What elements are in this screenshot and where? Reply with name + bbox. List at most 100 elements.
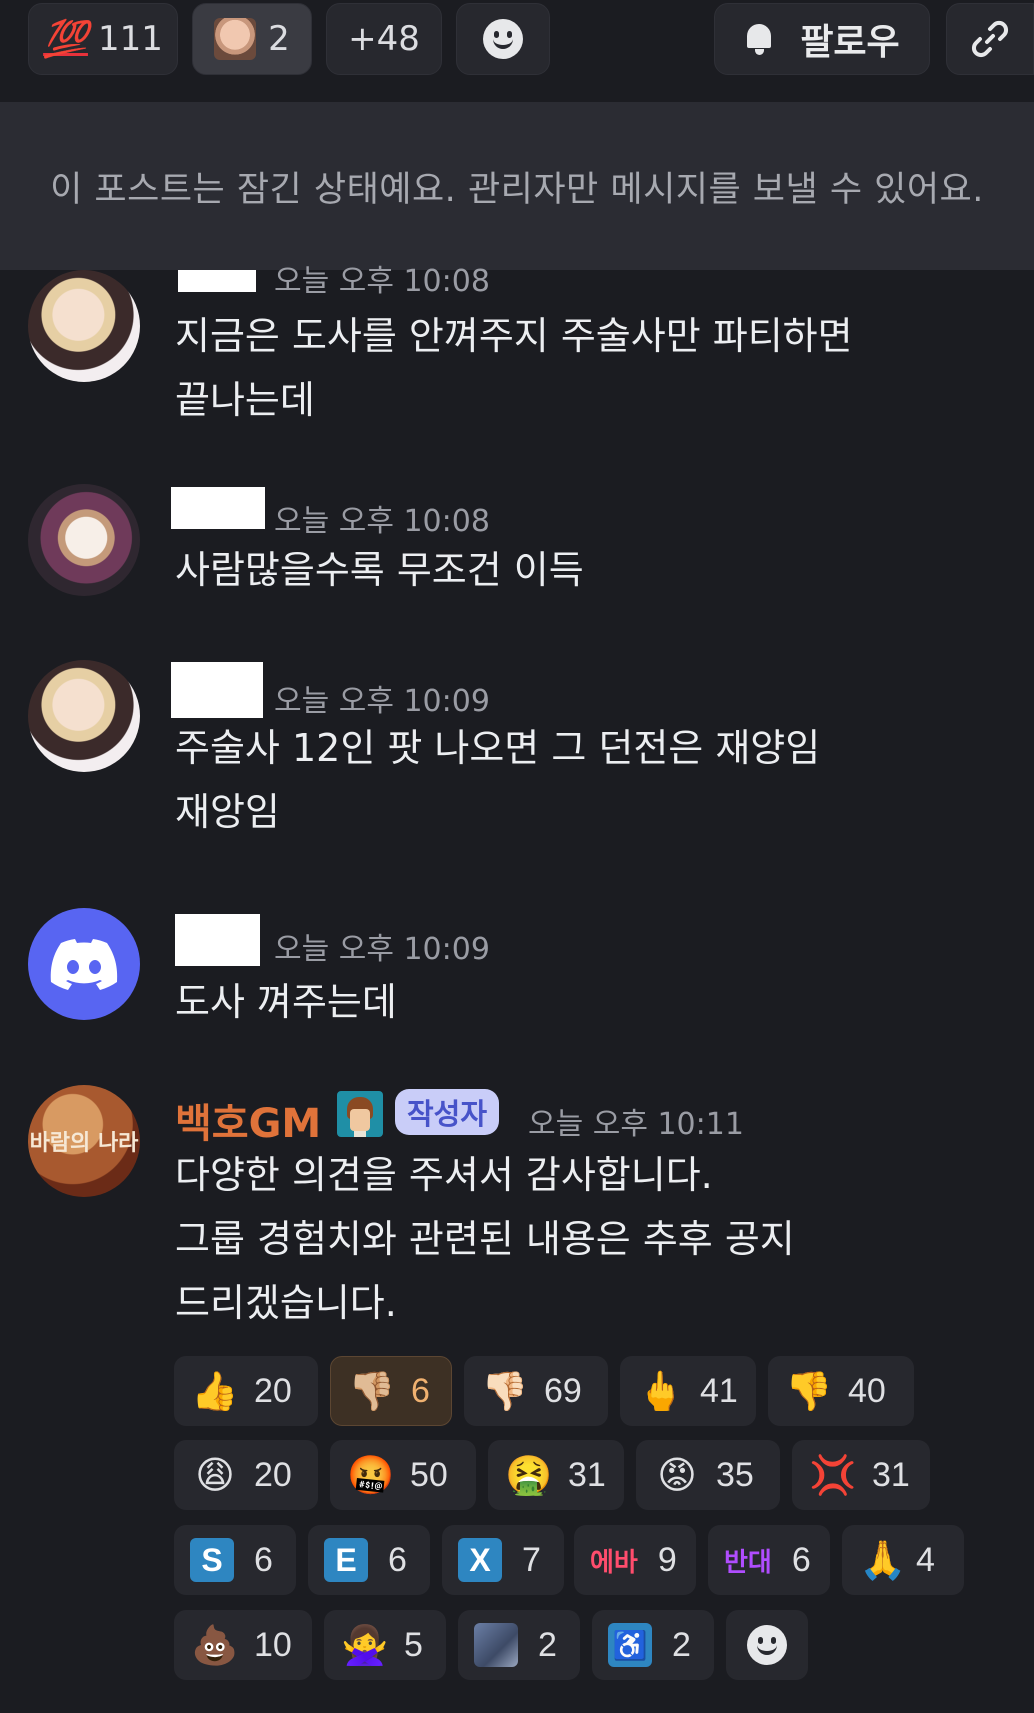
message: 오늘 오후 10:09 주술사 12인 팟 나오면 그 던전은 재양임 재앙임 (0, 660, 1034, 860)
avatar[interactable] (28, 270, 140, 382)
reaction-thumbs-up[interactable]: 👍 20 (174, 1356, 318, 1426)
reaction-count: 4 (916, 1540, 935, 1579)
timestamp: 오늘 오후 10:08 (274, 264, 490, 299)
reaction-count: 6 (254, 1540, 273, 1579)
wheelchair-icon: ♿ (608, 1623, 652, 1667)
top-reaction-100[interactable]: 💯 111 (28, 3, 178, 75)
message-line: 지금은 도사를 안껴주지 주술사만 파티하면 (175, 314, 853, 358)
author-name[interactable]: 백호GM (175, 1091, 321, 1149)
copy-link-button[interactable] (946, 3, 1034, 75)
more-reactions-button[interactable]: +48 (326, 3, 442, 75)
angry-face-icon: 😡 (657, 1453, 697, 1497)
add-reaction-button[interactable] (456, 3, 550, 75)
anger-symbol-icon: 💢 (809, 1452, 857, 1497)
avatar[interactable] (28, 908, 140, 1020)
locked-notice-text: 이 포스트는 잠긴 상태예요. 관리자만 메시지를 보낼 수 있어요. (50, 169, 984, 210)
letter-e-icon: E (324, 1538, 368, 1582)
reaction-letter-e[interactable]: E6 (308, 1525, 430, 1595)
add-reaction-button[interactable] (726, 1610, 808, 1680)
message-text: 지금은 도사를 안껴주지 주술사만 파티하면 끝나는데 (175, 304, 853, 432)
reaction-wheelchair[interactable]: ♿ 2 (592, 1610, 714, 1680)
reaction-bandae-text[interactable]: 반대 6 (708, 1525, 830, 1595)
follow-button[interactable]: 팔로우 (714, 3, 930, 75)
message-line: 재앙임 (175, 790, 280, 834)
discord-logo-icon (50, 939, 118, 990)
message-text: 주술사 12인 팟 나오면 그 던전은 재양임 재앙임 (175, 716, 820, 844)
redacted-username (175, 914, 260, 966)
message-text: 다양한 의견을 주셔서 감사합니다. 그룹 경험치와 관련된 내용은 추후 공지… (175, 1143, 795, 1335)
message-line: 다양한 의견을 주셔서 감사합니다. (175, 1153, 713, 1197)
redacted-username (178, 270, 256, 292)
avatar[interactable]: 바람의 나라 (28, 1085, 140, 1197)
reaction-letter-s[interactable]: S6 (174, 1525, 296, 1595)
message-text: 사람많을수록 무조건 이득 (175, 538, 584, 602)
avatar[interactable] (28, 484, 140, 596)
message-line: 드리겠습니다. (175, 1281, 397, 1325)
avatar-logo-text: 바람의 나라 (29, 1131, 139, 1156)
vomiting-face-icon: 🤮 (505, 1452, 553, 1497)
message: 오늘 오후 10:08 사람많을수록 무조건 이득 (0, 480, 1034, 610)
message-line: 도사 껴주는데 (175, 980, 397, 1024)
reaction-count: 7 (522, 1540, 541, 1579)
folded-hands-icon: 🙏 (859, 1537, 907, 1582)
message-line: 주술사 12인 팟 나오면 그 던전은 재양임 (175, 726, 821, 770)
reaction-eva-text[interactable]: 에바 9 (574, 1525, 696, 1595)
reaction-count: 6 (791, 1540, 811, 1579)
message-line: 끝나는데 (175, 378, 315, 422)
reaction-count: 2 (538, 1625, 557, 1664)
letter-x-icon: X (458, 1538, 502, 1582)
reaction-count: 69 (544, 1371, 582, 1410)
letter-s-icon: S (190, 1538, 234, 1582)
cursing-face-icon: 🤬 (347, 1452, 395, 1497)
custom-image-icon (474, 1623, 518, 1667)
message-line: 사람많을수록 무조건 이득 (175, 548, 584, 592)
reaction-thumbs-down[interactable]: 👎 40 (768, 1356, 914, 1426)
redacted-username (171, 662, 263, 718)
top-reaction-face[interactable]: 2 (192, 3, 312, 75)
message-text: 도사 껴주는데 (175, 970, 397, 1034)
reaction-count: 2 (672, 1625, 691, 1664)
smile-icon (747, 1625, 787, 1665)
reaction-count: 5 (404, 1625, 423, 1664)
reaction-middle-finger[interactable]: 🖕 41 (620, 1356, 756, 1426)
redacted-username (171, 487, 265, 529)
avatar[interactable] (28, 660, 140, 772)
reaction-angry-face[interactable]: 😡 35 (636, 1440, 780, 1510)
timestamp: 오늘 오후 10:08 (274, 504, 490, 539)
reaction-thumbs-down-medium[interactable]: 👎🏼 6 (330, 1356, 452, 1426)
reaction-count: 50 (410, 1455, 448, 1494)
reaction-vomiting-face[interactable]: 🤮 31 (488, 1440, 624, 1510)
reaction-letter-x[interactable]: X7 (442, 1525, 564, 1595)
reaction-count: 31 (568, 1455, 606, 1494)
reaction-count: 9 (657, 1540, 677, 1579)
reaction-count: 31 (872, 1455, 910, 1494)
reaction-folded-hands[interactable]: 🙏 4 (842, 1525, 964, 1595)
reaction-count: 41 (700, 1371, 738, 1410)
bandae-text-icon: 반대 (724, 1547, 772, 1578)
reaction-count: 6 (411, 1371, 430, 1410)
reaction-count: 6 (388, 1540, 407, 1579)
face-photo-icon (214, 18, 257, 60)
reaction-cursing-face[interactable]: 🤬 50 (330, 1440, 476, 1510)
reaction-thumbs-down-light[interactable]: 👎🏻 69 (464, 1356, 608, 1426)
locked-post-notice: 이 포스트는 잠긴 상태예요. 관리자만 메시지를 보낼 수 있어요. (0, 102, 1034, 270)
reaction-gesturing-no[interactable]: 🙅‍♀️ 5 (324, 1610, 446, 1680)
reaction-pile-of-poo[interactable]: 💩 10 (174, 1610, 312, 1680)
reaction-count: 20 (254, 1455, 292, 1494)
thumbs-up-icon: 👍 (191, 1368, 239, 1413)
reaction-count: 20 (254, 1371, 292, 1410)
reaction-custom-image[interactable]: 2 (458, 1610, 580, 1680)
bell-icon (744, 22, 774, 56)
reaction-anger-symbol[interactable]: 💢 31 (792, 1440, 930, 1510)
reaction-count: 35 (716, 1455, 754, 1494)
post-toolbar: 💯 111 2 +48 팔로우 (0, 0, 1034, 102)
thumbs-down-icon: 👎🏼 (348, 1368, 396, 1413)
more-reactions-count: +48 (348, 19, 420, 59)
pile-of-poo-icon: 💩 (191, 1622, 239, 1667)
thumbs-down-icon: 👎 (785, 1368, 833, 1413)
reaction-weary-face[interactable]: 😩 20 (174, 1440, 318, 1510)
timestamp: 오늘 오후 10:11 (528, 1107, 744, 1142)
hundred-points-icon: 💯 (43, 19, 88, 60)
reaction-count: 10 (254, 1625, 292, 1664)
eva-text-icon: 에바 (590, 1547, 638, 1578)
